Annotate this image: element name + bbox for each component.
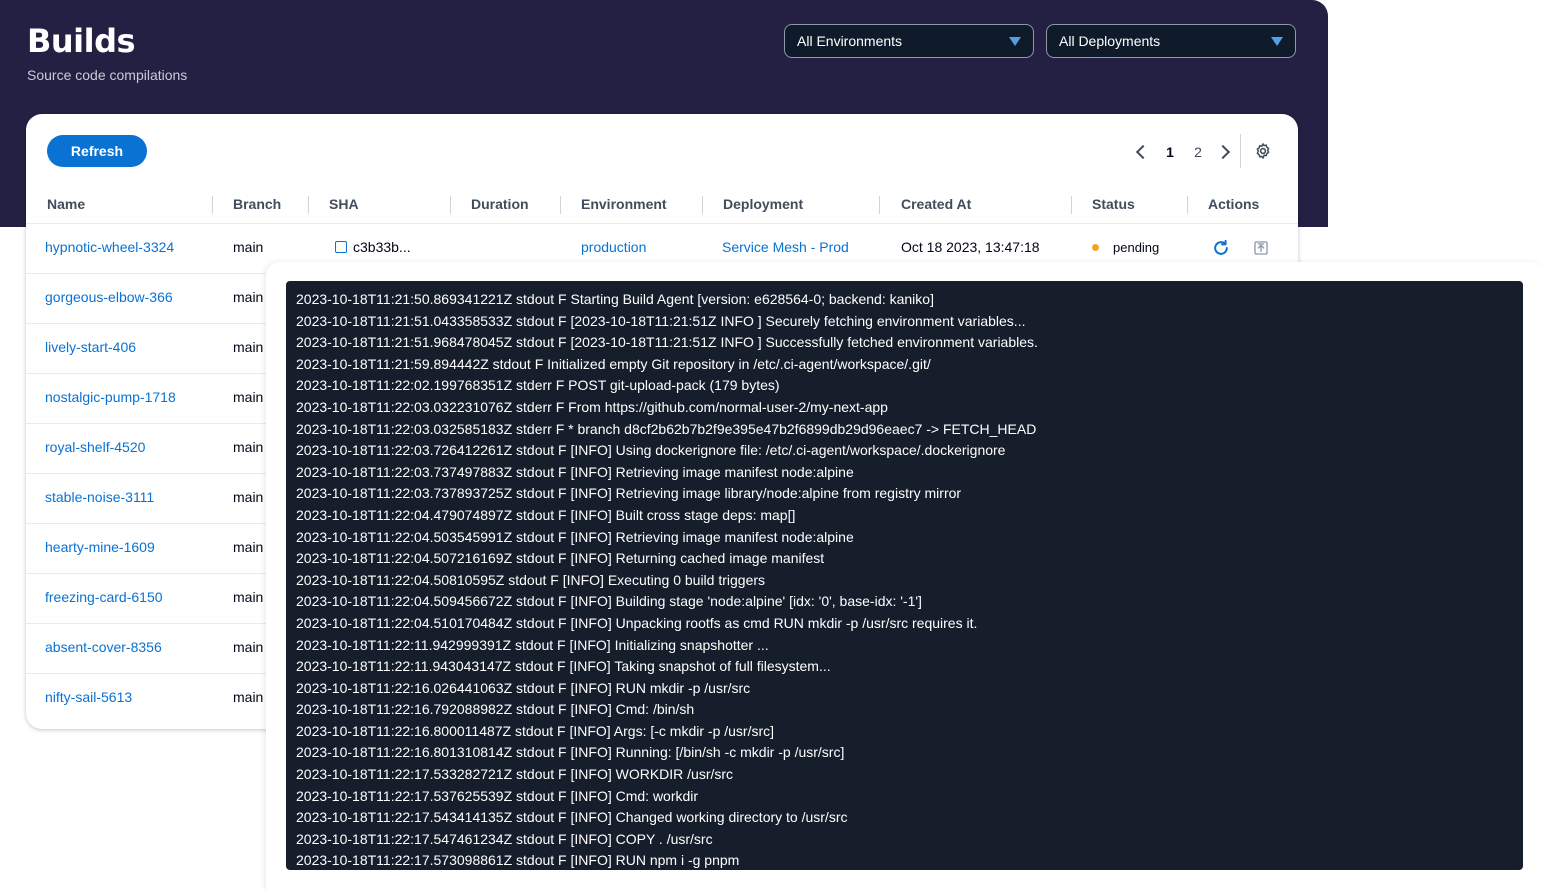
column-separator <box>702 196 703 214</box>
build-branch: main <box>233 489 264 505</box>
caret-down-icon <box>1271 36 1283 46</box>
log-line: 2023-10-18T11:22:17.533282721Z stdout F … <box>296 766 734 783</box>
column-header-status[interactable]: Status <box>1092 196 1135 216</box>
log-line: 2023-10-18T11:22:16.801310814Z stdout F … <box>296 744 845 761</box>
status-text: pending <box>1113 240 1160 255</box>
column-header-deployment[interactable]: Deployment <box>723 196 803 216</box>
column-separator <box>879 196 880 214</box>
build-created-at: Oct 18 2023, 13:47:18 <box>901 239 1040 255</box>
column-separator <box>308 196 309 214</box>
build-branch: main <box>233 289 264 305</box>
column-header-actions: Actions <box>1208 196 1260 212</box>
column-header-environment[interactable]: Environment <box>581 196 667 216</box>
build-sha: c3b33b... <box>335 239 411 255</box>
copy-icon[interactable] <box>335 241 347 253</box>
log-line: 2023-10-18T11:22:17.573098861Z stdout F … <box>296 852 740 869</box>
column-header-branch[interactable]: Branch <box>233 196 281 216</box>
build-log-output[interactable]: 2023-10-18T11:21:50.869341221Z stdout F … <box>286 281 1523 870</box>
page-subtitle: Source code compilations <box>27 67 188 83</box>
deploy-icon[interactable] <box>1253 240 1269 256</box>
column-separator <box>1187 196 1188 214</box>
log-line: 2023-10-18T11:22:17.537625539Z stdout F … <box>296 787 699 804</box>
log-line: 2023-10-18T11:22:02.199768351Z stderr F … <box>296 377 780 394</box>
log-line: 2023-10-18T11:22:16.800011487Z stdout F … <box>296 722 775 739</box>
page-title: Builds <box>27 22 136 60</box>
build-branch: main <box>233 389 264 405</box>
build-branch: main <box>233 439 264 455</box>
column-header-duration[interactable]: Duration <box>471 196 529 216</box>
log-line: 2023-10-18T11:21:59.894442Z stdout F Ini… <box>296 355 931 372</box>
column-header-name[interactable]: Name <box>47 196 85 216</box>
build-name-link[interactable]: lively-start-406 <box>45 339 136 355</box>
column-separator <box>450 196 451 214</box>
pagination: 1 2 <box>1126 140 1240 164</box>
build-name-link[interactable]: nifty-sail-5613 <box>45 689 132 705</box>
build-name-link[interactable]: stable-noise-3111 <box>45 489 154 505</box>
log-line: 2023-10-18T11:21:51.043358533Z stdout F … <box>296 312 1026 329</box>
log-line: 2023-10-18T11:22:16.026441063Z stdout F … <box>296 679 751 696</box>
build-branch: main <box>233 689 264 705</box>
column-separator <box>560 196 561 214</box>
log-line: 2023-10-18T11:21:51.968478045Z stdout F … <box>296 334 1038 351</box>
retry-icon[interactable] <box>1211 238 1231 258</box>
build-name-link[interactable]: royal-shelf-4520 <box>45 439 145 455</box>
log-line: 2023-10-18T11:22:03.737893725Z stdout F … <box>296 485 962 502</box>
log-line: 2023-10-18T11:22:17.543414135Z stdout F … <box>296 809 848 826</box>
log-line: 2023-10-18T11:22:04.510170484Z stdout F … <box>296 614 978 631</box>
build-deployment-link[interactable]: Service Mesh - Prod <box>722 239 849 255</box>
build-name-link[interactable]: hearty-mine-1609 <box>45 539 155 555</box>
build-name-link[interactable]: freezing-card-6150 <box>45 589 163 605</box>
build-branch: main <box>233 639 264 655</box>
build-branch: main <box>233 539 264 555</box>
build-name-link[interactable]: nostalgic-pump-1718 <box>45 389 176 405</box>
column-separator <box>212 196 213 214</box>
build-branch: main <box>233 589 264 605</box>
log-line: 2023-10-18T11:22:03.737497883Z stdout F … <box>296 463 854 480</box>
column-header-created-at[interactable]: Created At <box>901 196 971 216</box>
log-line: 2023-10-18T11:22:04.503545991Z stdout F … <box>296 528 854 545</box>
gear-icon[interactable] <box>1254 142 1272 160</box>
page-2-link[interactable]: 2 <box>1184 144 1212 160</box>
build-environment-link[interactable]: production <box>581 239 646 255</box>
column-separator <box>1071 196 1072 214</box>
build-name-link[interactable]: gorgeous-elbow-366 <box>45 289 173 305</box>
log-line: 2023-10-18T11:22:03.032231076Z stderr F … <box>296 398 888 415</box>
log-line: 2023-10-18T11:22:04.50810595Z stdout F [… <box>296 571 766 588</box>
chevron-left-icon[interactable] <box>1135 144 1151 160</box>
build-branch: main <box>233 339 264 355</box>
log-line: 2023-10-18T11:22:04.509456672Z stdout F … <box>296 593 922 610</box>
log-line: 2023-10-18T11:22:17.547461234Z stdout F … <box>296 830 713 847</box>
pagination-divider <box>1240 134 1241 168</box>
log-line: 2023-10-18T11:22:04.507216169Z stdout F … <box>296 550 825 567</box>
refresh-button[interactable]: Refresh <box>47 135 147 167</box>
page-1-link[interactable]: 1 <box>1156 144 1184 160</box>
build-status: pending <box>1092 239 1159 255</box>
table-header: Name Branch SHA Duration Environment Dep… <box>26 188 1298 224</box>
chevron-right-icon[interactable] <box>1215 144 1231 160</box>
deployment-filter-select[interactable]: All Deployments <box>1046 24 1296 58</box>
build-sha-value: c3b33b... <box>353 239 411 255</box>
status-pending-dot <box>1092 244 1099 251</box>
column-header-sha[interactable]: SHA <box>329 196 359 216</box>
deployment-filter-value: All Deployments <box>1059 33 1161 49</box>
log-line: 2023-10-18T11:22:16.792088982Z stdout F … <box>296 701 695 718</box>
build-log-panel: 2023-10-18T11:21:50.869341221Z stdout F … <box>266 262 1546 890</box>
log-line: 2023-10-18T11:22:03.726412261Z stdout F … <box>296 442 1006 459</box>
log-line: 2023-10-18T11:22:11.943043147Z stdout F … <box>296 658 831 675</box>
build-name-link[interactable]: absent-cover-8356 <box>45 639 162 655</box>
log-line: 2023-10-18T11:22:03.032585183Z stderr F … <box>296 420 1037 437</box>
build-branch: main <box>233 239 264 255</box>
caret-down-icon <box>1009 36 1021 46</box>
environment-filter-select[interactable]: All Environments <box>784 24 1034 58</box>
log-line: 2023-10-18T11:22:04.479074897Z stdout F … <box>296 506 796 523</box>
log-line: 2023-10-18T11:21:50.869341221Z stdout F … <box>296 291 934 307</box>
build-name-link[interactable]: hypnotic-wheel-3324 <box>45 239 174 255</box>
log-line: 2023-10-18T11:22:11.942999391Z stdout F … <box>296 636 769 653</box>
environment-filter-value: All Environments <box>797 33 903 49</box>
